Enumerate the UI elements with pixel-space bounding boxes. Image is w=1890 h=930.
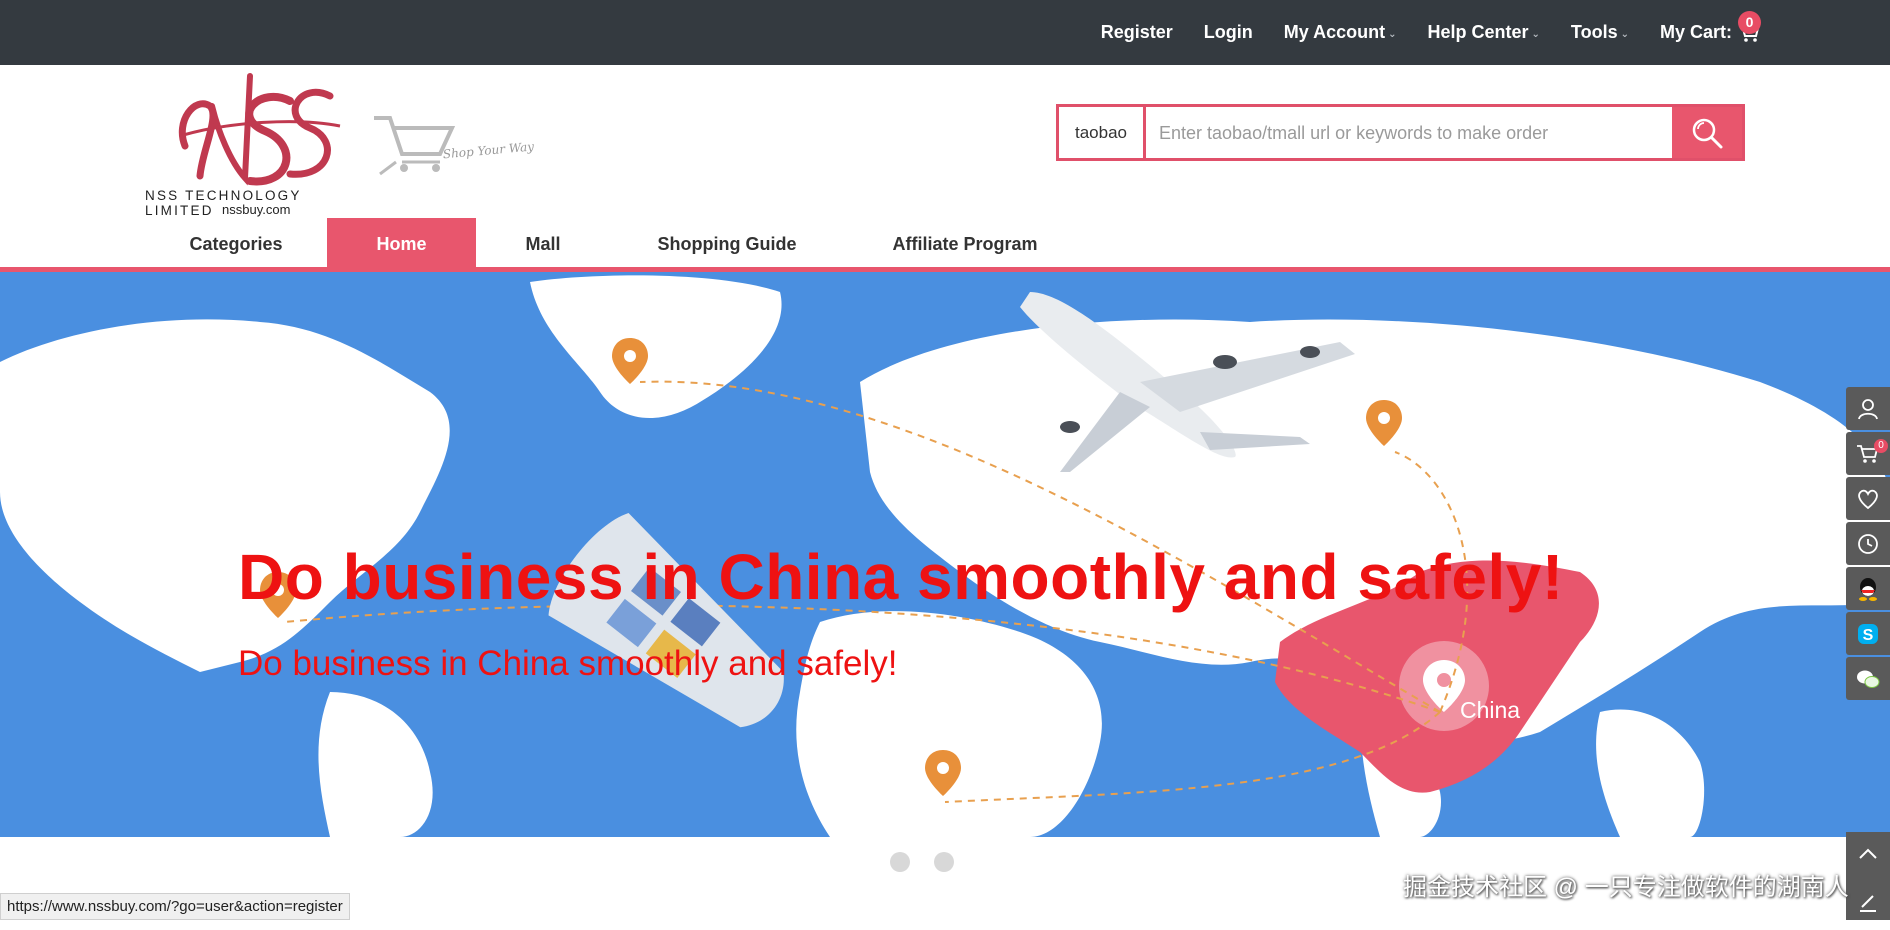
logo-tagline: Shop Your Way — [442, 139, 534, 161]
help-center-menu[interactable]: Help Center ⌄ — [1428, 22, 1540, 43]
carousel-dots — [890, 852, 978, 872]
qq-icon — [1859, 577, 1877, 601]
skype-icon: S — [1858, 623, 1878, 644]
main-nav: Categories Home Mall Shopping Guide Affi… — [0, 218, 1890, 272]
my-cart-label: My Cart: — [1659, 22, 1732, 42]
carousel-dot-1[interactable] — [890, 852, 910, 872]
tools-menu[interactable]: Tools ⌄ — [1571, 22, 1629, 43]
sidebar-qq[interactable] — [1846, 567, 1890, 610]
banner-headline: Do business in China smoothly and safely… — [238, 541, 1564, 613]
sidebar-favorites[interactable] — [1846, 477, 1890, 520]
help-center-label: Help Center — [1427, 22, 1529, 42]
heart-icon — [1858, 489, 1878, 509]
search-bar: taobao — [1056, 104, 1745, 161]
wechat-icon — [1857, 670, 1880, 688]
back-to-top-icon[interactable] — [1846, 832, 1890, 876]
search-input[interactable] — [1159, 115, 1669, 151]
sidebar-skype[interactable]: S — [1846, 612, 1890, 655]
register-label: Register — [1100, 22, 1173, 42]
user-icon — [1858, 398, 1878, 419]
login-link[interactable]: Login — [1204, 22, 1253, 43]
map-label-china: China — [1460, 697, 1521, 723]
sidebar-account[interactable] — [1846, 387, 1890, 430]
company-domain: nssbuy.com — [222, 202, 291, 217]
sidebar-cart-badge: 0 — [1874, 439, 1888, 453]
login-label: Login — [1203, 22, 1253, 42]
search-icon — [1692, 118, 1723, 148]
nav-home[interactable]: Home — [327, 218, 476, 270]
my-account-menu[interactable]: My Account ⌄ — [1284, 22, 1397, 43]
chevron-down-icon: ⌄ — [1388, 28, 1397, 40]
register-link[interactable]: Register — [1101, 22, 1173, 43]
nav-affiliate-program[interactable]: Affiliate Program — [868, 218, 1062, 270]
top-bar: Register Login My Account ⌄ Help Center ⌄ … — [0, 0, 1890, 65]
nav-home-label: Home — [376, 233, 427, 254]
carousel-dot-2[interactable] — [934, 852, 954, 872]
chevron-down-icon: ⌄ — [1620, 28, 1629, 40]
search-button[interactable] — [1672, 107, 1742, 158]
nav-shopping-guide-label: Shopping Guide — [657, 233, 797, 254]
edit-icon[interactable] — [1846, 881, 1890, 925]
nav-mall-label: Mall — [525, 233, 561, 254]
nav-categories-label: Categories — [189, 233, 283, 254]
my-account-label: My Account — [1283, 22, 1386, 42]
chevron-down-icon: ⌄ — [1531, 28, 1540, 40]
nav-affiliate-program-label: Affiliate Program — [892, 233, 1038, 254]
platform-select[interactable]: taobao — [1059, 107, 1146, 158]
history-icon — [1858, 533, 1878, 554]
svg-text:S: S — [1863, 627, 1874, 644]
tools-label: Tools — [1570, 22, 1618, 42]
cart-count-badge: 0 — [1738, 11, 1761, 34]
status-bar-url: https://www.nssbuy.com/?go=user&action=r… — [0, 893, 350, 920]
watermark-text: 掘金技术社区 @ 一只专注做软件的湖南人 — [1403, 874, 1849, 901]
sidebar-wechat[interactable] — [1846, 657, 1890, 700]
nav-mall[interactable]: Mall — [476, 218, 610, 270]
top-menu: Register Login My Account ⌄ Help Center ⌄ … — [1070, 0, 1760, 65]
banner-subline: Do business in China smoothly and safely… — [238, 644, 898, 683]
nav-shopping-guide[interactable]: Shopping Guide — [626, 218, 828, 270]
nav-categories[interactable]: Categories — [150, 218, 322, 270]
sidebar-history[interactable] — [1846, 522, 1890, 565]
sidebar-cart[interactable]: 0 — [1846, 432, 1890, 475]
floating-sidebar: 0 S — [1846, 387, 1890, 702]
sidebar-bottom-tools — [1846, 832, 1890, 920]
